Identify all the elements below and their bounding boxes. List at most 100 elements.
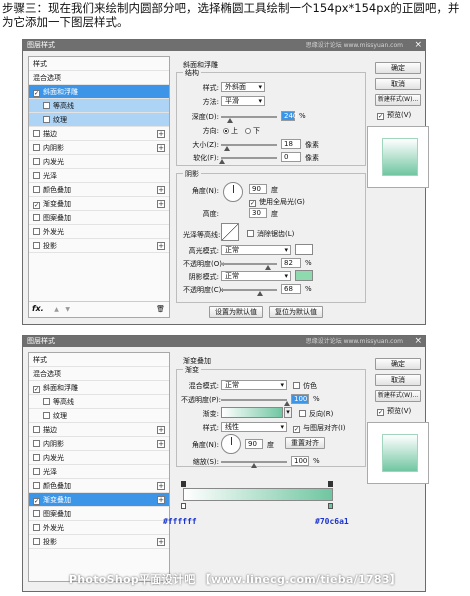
checkbox-inner-glow[interactable] [33, 454, 40, 461]
checkbox-texture[interactable] [43, 412, 50, 419]
sidebar-item-pattern-overlay[interactable]: 图案叠加 [29, 211, 169, 225]
sidebar-item-inner-shadow[interactable]: 内阴影 + [29, 437, 169, 451]
highlight-opacity-thumb[interactable] [265, 265, 271, 270]
checkbox-contour[interactable] [43, 398, 50, 405]
add-icon[interactable]: + [157, 426, 165, 434]
depth-input[interactable]: 240 [281, 111, 297, 121]
add-icon[interactable]: + [157, 482, 165, 490]
add-icon[interactable]: + [157, 440, 165, 448]
checkbox-bevel[interactable]: ✓ [33, 90, 40, 97]
checkbox-icon[interactable]: ✓ [293, 426, 300, 433]
sidebar-item-inner-shadow[interactable]: 内阴影 + [29, 141, 169, 155]
checkbox-inner-glow[interactable] [33, 158, 40, 165]
checkbox-contour[interactable] [43, 102, 50, 109]
dither-checkbox[interactable]: 仿色 [293, 381, 317, 391]
soften-slider-thumb[interactable] [219, 159, 225, 164]
sidebar-item-bevel[interactable]: ✓ 斜面和浮雕 [29, 381, 169, 395]
sidebar-item-drop-shadow[interactable]: 投影 + [29, 535, 169, 549]
preview-checkbox[interactable]: ✓ 预览(V) [377, 406, 411, 416]
angle-dial[interactable] [223, 182, 243, 202]
scale-input[interactable]: 100 [291, 456, 309, 466]
checkbox-outer-glow[interactable] [33, 524, 40, 531]
color-stop-right[interactable] [328, 503, 333, 509]
checkbox-gradient-overlay[interactable]: ✓ [33, 498, 40, 505]
checkbox-icon[interactable] [293, 382, 300, 389]
gradient-opacity-thumb[interactable] [284, 401, 290, 406]
reset-default-button[interactable]: 复位为默认值 [269, 306, 323, 318]
direction-up-radio[interactable]: 上 [223, 126, 238, 136]
shadow-opacity-slider[interactable] [221, 289, 277, 291]
shadow-mode-select[interactable]: 正常 [221, 271, 291, 281]
checkbox-icon[interactable]: ✓ [249, 200, 256, 207]
sidebar-item-texture[interactable]: 纹理 [29, 113, 169, 127]
shadow-color-swatch[interactable] [295, 270, 313, 281]
anti-alias-checkbox[interactable]: 消除锯齿(L) [247, 229, 294, 239]
soften-slider[interactable] [221, 157, 277, 159]
direction-down-radio[interactable]: 下 [245, 126, 260, 136]
checkbox-icon[interactable] [299, 410, 306, 417]
highlight-color-swatch[interactable] [295, 244, 313, 255]
checkbox-color-overlay[interactable] [33, 482, 40, 489]
checkbox-stroke[interactable] [33, 426, 40, 433]
sidebar-item-drop-shadow[interactable]: 投影 + [29, 239, 169, 253]
add-icon[interactable]: + [157, 200, 165, 208]
ok-button[interactable]: 确定 [375, 62, 421, 74]
scale-slider-thumb[interactable] [251, 463, 257, 468]
sidebar-item-contour[interactable]: 等高线 [29, 99, 169, 113]
add-icon[interactable]: + [157, 242, 165, 250]
cancel-button[interactable]: 取消 [375, 78, 421, 90]
gradient-style-select[interactable]: 线性 [221, 422, 287, 432]
set-default-button[interactable]: 设置为默认值 [209, 306, 263, 318]
gradient-editor-bar[interactable] [183, 488, 333, 501]
sidebar-item-satin[interactable]: 光泽 [29, 465, 169, 479]
add-icon[interactable]: + [157, 144, 165, 152]
bevel-style-select[interactable]: 外斜面 [221, 82, 265, 92]
sidebar-item-stroke[interactable]: 描边 + [29, 423, 169, 437]
sidebar-item-texture[interactable]: 纹理 [29, 409, 169, 423]
checkbox-bevel[interactable]: ✓ [33, 386, 40, 393]
checkbox-icon[interactable]: ✓ [377, 113, 384, 120]
gradient-dropdown-icon[interactable]: ▾ [284, 407, 292, 418]
sidebar-blend-options[interactable]: 混合选项 [29, 71, 169, 85]
move-up-icon[interactable]: ▲ [54, 306, 59, 313]
bevel-method-select[interactable]: 平滑 [221, 96, 265, 106]
gradient-opacity-slider[interactable] [221, 399, 287, 401]
sidebar-title[interactable]: 样式 [29, 353, 169, 367]
blend-mode-select[interactable]: 正常 [221, 380, 287, 390]
checkbox-color-overlay[interactable] [33, 186, 40, 193]
color-stop-left[interactable] [181, 503, 186, 509]
sidebar-item-inner-glow[interactable]: 内发光 [29, 155, 169, 169]
sidebar-item-gradient-overlay[interactable]: ✓ 渐变叠加 + [29, 197, 169, 211]
highlight-mode-select[interactable]: 正常 [221, 245, 291, 255]
new-style-button[interactable]: 新建样式(W)... [375, 94, 421, 106]
close-icon[interactable]: × [414, 40, 422, 51]
move-down-icon[interactable]: ▼ [65, 306, 70, 313]
align-layer-checkbox[interactable]: ✓ 与图层对齐(I) [293, 423, 346, 433]
checkbox-icon[interactable] [247, 230, 254, 237]
sidebar-item-satin[interactable]: 光泽 [29, 169, 169, 183]
checkbox-stroke[interactable] [33, 130, 40, 137]
sidebar-title[interactable]: 样式 [29, 57, 169, 71]
sidebar-item-stroke[interactable]: 描边 + [29, 127, 169, 141]
cancel-button[interactable]: 取消 [375, 374, 421, 386]
highlight-opacity-input[interactable]: 82 [281, 258, 301, 268]
add-icon[interactable]: + [157, 496, 165, 504]
radio-on-icon[interactable] [223, 128, 229, 134]
close-icon[interactable]: × [414, 336, 422, 347]
sidebar-item-contour[interactable]: 等高线 [29, 395, 169, 409]
checkbox-pattern-overlay[interactable] [33, 510, 40, 517]
checkbox-satin[interactable] [33, 468, 40, 475]
gloss-contour-picker[interactable] [221, 223, 239, 241]
add-icon[interactable]: + [157, 538, 165, 546]
angle-input[interactable]: 90 [249, 184, 267, 194]
sidebar-item-color-overlay[interactable]: 颜色叠加 + [29, 183, 169, 197]
global-light-checkbox[interactable]: ✓ 使用全局光(G) [249, 197, 305, 207]
checkbox-icon[interactable]: ✓ [377, 409, 384, 416]
reset-align-button[interactable]: 重置对齐 [285, 437, 325, 449]
size-slider-thumb[interactable] [224, 146, 230, 151]
new-style-button[interactable]: 新建样式(W)... [375, 390, 421, 402]
sidebar-item-outer-glow[interactable]: 外发光 [29, 521, 169, 535]
sidebar-item-inner-glow[interactable]: 内发光 [29, 451, 169, 465]
shadow-opacity-input[interactable]: 68 [281, 284, 301, 294]
fx-icon[interactable]: fx. [32, 304, 44, 313]
